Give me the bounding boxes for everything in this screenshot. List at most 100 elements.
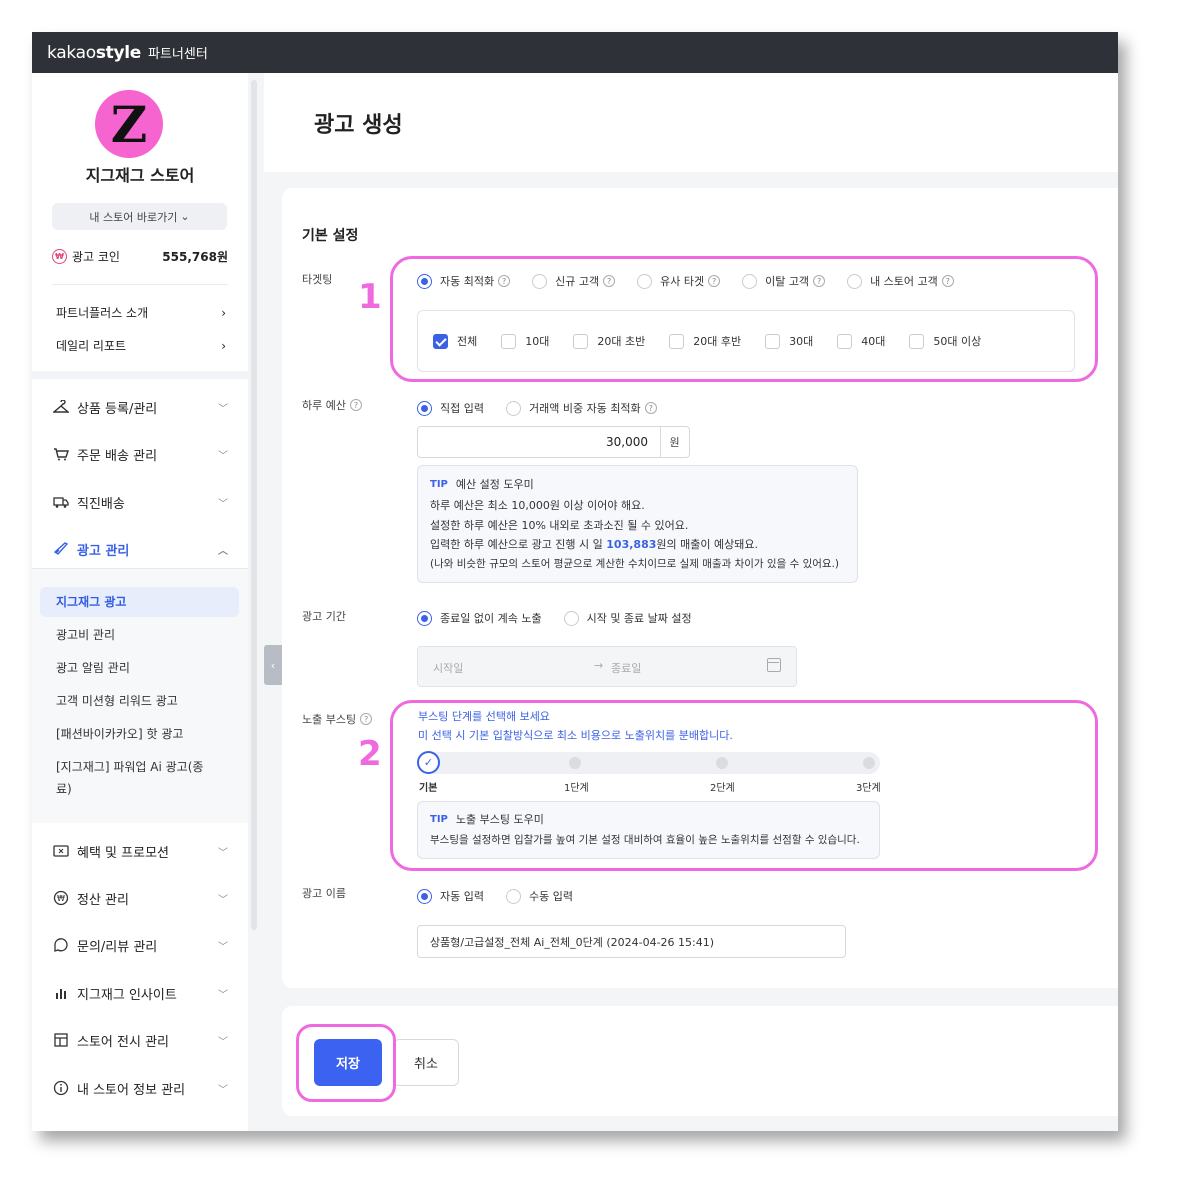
menu-promotion[interactable]: 혜택 및 프로모션 ﹀ xyxy=(52,839,228,863)
menu-product[interactable]: 상품 등록/관리 ﹀ xyxy=(52,395,228,419)
end-date-placeholder: 종료일 xyxy=(611,662,642,675)
ad-submenu: 지그재그 광고 광고비 관리 광고 알림 관리 고객 미션형 리워드 광고 [패… xyxy=(32,569,248,823)
info-icon xyxy=(52,1079,70,1097)
menu-direct-delivery[interactable]: 직진배송 ﹀ xyxy=(52,490,228,514)
menu-store-info[interactable]: 내 스토어 정보 관리 ﹀ xyxy=(52,1076,228,1100)
tip-title: 예산 설정 도우미 xyxy=(455,478,534,491)
chevron-down-icon: ﹀ xyxy=(218,941,228,953)
budget-tip-box: TIP 예산 설정 도우미 하루 예산은 최소 10,000원 이상 이어야 해요… xyxy=(417,465,858,583)
ad-name-options: 자동 입력 수동 입력 xyxy=(417,888,595,904)
radio[interactable] xyxy=(563,610,579,626)
calendar-icon[interactable] xyxy=(767,658,781,672)
sidebar-collapse-button[interactable]: ‹ xyxy=(264,645,282,685)
sidebar-link-label: 파트너플러스 소개 xyxy=(56,306,149,320)
rocket-icon xyxy=(52,540,70,558)
menu-label: 지그재그 인사이트 xyxy=(77,987,177,1003)
expected-sales-value: 103,883 xyxy=(606,538,657,551)
period-label: 광고 기간 xyxy=(302,608,346,624)
submenu-hot-ad[interactable]: [패션바이카카오] 핫 광고 xyxy=(56,723,224,745)
boost-label: 노출 부스팅? xyxy=(302,711,373,727)
submenu-ad-alert[interactable]: 광고 알림 관리 xyxy=(56,657,224,679)
budget-unit: 원 xyxy=(660,426,690,458)
tip-line: (나와 비슷한 규모의 스토어 평균으로 계산한 수치이므로 실제 매출과 차이… xyxy=(430,557,840,570)
menu-label: 내 스토어 정보 관리 xyxy=(77,1082,186,1098)
submenu-ad-cost[interactable]: 광고비 관리 xyxy=(56,624,224,646)
menu-settlement[interactable]: ₩ 정산 관리 ﹀ xyxy=(52,886,228,910)
option-label: 자동 입력 xyxy=(440,890,484,903)
sidebar-link-partnerplus[interactable]: 파트너플러스 소개 › xyxy=(56,304,226,321)
partner-center-label: 파트너센터 xyxy=(148,47,208,62)
start-date-placeholder: 시작일 xyxy=(433,662,464,675)
ad-name-option-manual[interactable]: 수동 입력 xyxy=(505,888,573,904)
targeting-label: 타겟팅 xyxy=(302,271,332,287)
tip-tag: TIP xyxy=(430,478,448,490)
kakaostyle-logo[interactable]: kakaostyle xyxy=(47,43,141,63)
submenu-powerup-ad-cont[interactable]: 료) xyxy=(56,778,224,800)
option-label: 시작 및 종료 날짜 설정 xyxy=(586,612,692,625)
ad-coin-label: 광고 코인 xyxy=(72,250,120,264)
date-range-input[interactable]: 시작일 → 종료일 xyxy=(417,646,797,687)
boost-label-text: 노출 부스팅 xyxy=(302,713,357,726)
menu-order-shipping[interactable]: 주문 배송 관리 ﹀ xyxy=(52,442,228,466)
budget-input[interactable]: 30,000 xyxy=(417,426,661,458)
chevron-down-icon: ﹀ xyxy=(218,989,228,1001)
radio[interactable] xyxy=(505,400,521,416)
bar-chart-icon xyxy=(52,984,70,1002)
radio-selected[interactable] xyxy=(417,888,432,904)
submenu-zigzag-ad[interactable]: 지그재그 광고 xyxy=(40,587,239,617)
help-icon[interactable]: ? xyxy=(360,713,373,725)
ad-coin-row: ₩ 광고 코인 555,768원 xyxy=(52,248,228,265)
page-header: 광고 생성 xyxy=(264,73,1118,172)
ad-name-option-auto[interactable]: 자동 입력 xyxy=(417,888,484,904)
tip-line: 입력한 하루 예산으로 광고 진행 시 일 103,883원의 매출이 예상돼요… xyxy=(430,535,845,555)
help-icon[interactable]: ? xyxy=(349,399,362,411)
highlight-box-targeting xyxy=(390,256,1098,382)
radio-selected[interactable] xyxy=(417,610,432,626)
ad-name-label-text: 광고 이름 xyxy=(302,887,346,900)
tip-line: 설정한 하루 예산은 10% 내외로 초과소진 될 수 있어요. xyxy=(430,518,689,532)
tip-header: TIP 예산 설정 도우미 xyxy=(430,476,845,492)
option-label: 종료일 없이 계속 노출 xyxy=(440,612,542,625)
menu-ad-management[interactable]: 광고 관리 ︿ xyxy=(52,537,228,561)
submenu-reward-ad[interactable]: 고객 미션형 리워드 광고 xyxy=(56,690,224,712)
sidebar-scrollbar[interactable] xyxy=(251,80,257,930)
budget-label-text: 하루 예산 xyxy=(302,399,346,412)
logo-text: kakao xyxy=(47,42,96,63)
won-coin-icon: ₩ xyxy=(52,249,67,264)
budget-option-manual[interactable]: 직접 입력 xyxy=(417,400,484,416)
highlight-box-boost xyxy=(390,700,1098,871)
cart-icon xyxy=(52,445,70,463)
period-option-date-range[interactable]: 시작 및 종료 날짜 설정 xyxy=(563,610,692,626)
chevron-down-icon: ﹀ xyxy=(218,847,228,859)
annotation-number-1: 1 xyxy=(358,277,382,317)
help-icon[interactable]: ? xyxy=(644,402,657,414)
radio-selected[interactable] xyxy=(417,400,432,416)
period-option-continuous[interactable]: 종료일 없이 계속 노출 xyxy=(417,610,542,626)
menu-inquiry-review[interactable]: 문의/리뷰 관리 ﹀ xyxy=(52,933,228,957)
menu-label: 상품 등록/관리 xyxy=(77,401,158,417)
chevron-down-icon: ﹀ xyxy=(218,403,228,415)
radio[interactable] xyxy=(505,888,521,904)
menu-insight[interactable]: 지그재그 인사이트 ﹀ xyxy=(52,981,228,1005)
app-window: kakaostyle 파트너센터 Z 지그재그 스토어 내 스토어 바로가기 ⌄ … xyxy=(32,32,1118,1131)
menu-store-display[interactable]: 스토어 전시 관리 ﹀ xyxy=(52,1028,228,1052)
highlight-box-save xyxy=(296,1024,396,1102)
menu-label: 광고 관리 xyxy=(77,543,130,559)
store-link-button[interactable]: 내 스토어 바로가기 ⌄ xyxy=(52,203,227,230)
chat-icon xyxy=(52,936,70,954)
chevron-left-icon: ‹ xyxy=(270,658,276,672)
logo-text-bold: style xyxy=(95,42,142,63)
chevron-down-icon: ⌄ xyxy=(180,210,190,223)
chevron-down-icon: ﹀ xyxy=(218,1084,228,1096)
tip-text: 입력한 하루 예산으로 광고 진행 시 일 xyxy=(430,538,607,551)
page-title: 광고 생성 xyxy=(314,113,403,138)
period-label-text: 광고 기간 xyxy=(302,610,346,623)
budget-option-auto[interactable]: 거래액 비중 자동 최적화? xyxy=(505,400,657,416)
submenu-powerup-ad[interactable]: [지그재그] 파워업 Ai 광고(종 xyxy=(56,756,224,778)
divider xyxy=(52,284,228,285)
top-bar: kakaostyle 파트너센터 xyxy=(32,32,1118,73)
ad-name-input[interactable]: 상품형/고급설정_전체 Ai_전체_0단계 (2024-04-26 15:41) xyxy=(417,925,846,958)
sidebar-link-daily-report[interactable]: 데일리 리포트 › xyxy=(56,337,226,354)
cancel-button[interactable]: 취소 xyxy=(393,1039,459,1086)
menu-label: 직진배송 xyxy=(77,496,125,512)
